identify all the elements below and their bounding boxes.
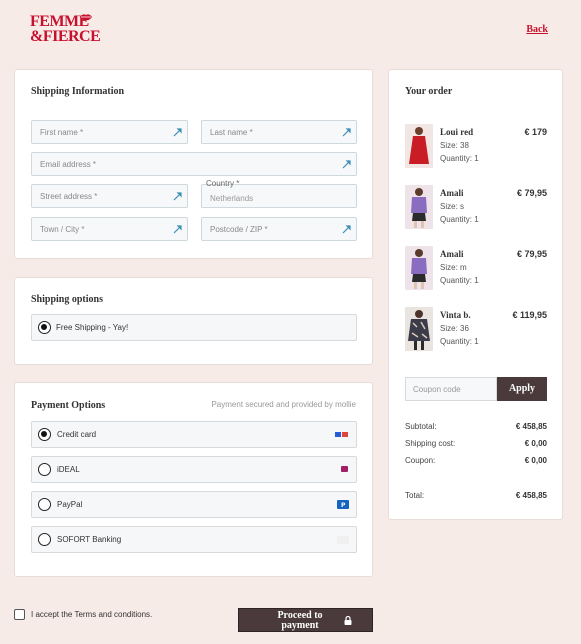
first-name-field[interactable]: First name *: [31, 120, 188, 144]
shipping-cost-row: Shipping cost: € 0,00: [405, 439, 547, 448]
lips-icon: [80, 11, 92, 26]
radio-button[interactable]: [38, 498, 51, 511]
lock-icon: [344, 616, 352, 625]
town-city-field[interactable]: Town / City *: [31, 217, 188, 241]
product-price: € 119,95: [512, 310, 547, 320]
shipping-information-title: Shipping Information: [31, 86, 125, 97]
payment-credit-card[interactable]: Credit card: [31, 421, 357, 448]
your-order-title: Your order: [405, 86, 453, 97]
back-link[interactable]: Back: [526, 24, 548, 35]
product-price: € 79,95: [516, 188, 547, 198]
coupon-code-input[interactable]: Coupon code: [405, 377, 497, 401]
proceed-to-payment-button[interactable]: Proceed to payment: [238, 608, 373, 632]
payment-method-label: Credit card: [57, 430, 97, 439]
product-thumbnail[interactable]: [405, 124, 433, 168]
product-quantity: Quantity: 1: [440, 154, 479, 163]
postcode-field[interactable]: Postcode / ZIP *: [201, 217, 357, 241]
your-order-card: Your order Loui red € 179 Size: 38 Quant…: [388, 69, 563, 520]
product-size: Size: m: [440, 263, 467, 272]
subtotal-label: Subtotal:: [405, 422, 437, 431]
order-item: Loui red € 179 Size: 38 Quantity: 1: [405, 124, 547, 172]
product-size: Size: s: [440, 202, 465, 211]
order-item: Vinta b. € 119,95 Size: 36 Quantity: 1: [405, 307, 547, 355]
radio-button[interactable]: [38, 321, 51, 334]
payment-method-label: SOFORT Banking: [57, 535, 122, 544]
terms-label[interactable]: I accept the Terms and conditions.: [31, 610, 152, 619]
product-name: Vinta b.: [440, 310, 471, 320]
payment-secured-text: Payment secured and provided by mollie: [211, 400, 356, 409]
coupon-label: Coupon:: [405, 456, 436, 465]
email-field[interactable]: Email address *: [31, 152, 357, 176]
radio-button[interactable]: [38, 533, 51, 546]
brand-logo[interactable]: FEMME &FIERCE: [30, 11, 101, 45]
autofill-icon: [173, 225, 182, 234]
product-quantity: Quantity: 1: [440, 276, 479, 285]
product-quantity: Quantity: 1: [440, 215, 479, 224]
product-quantity: Quantity: 1: [440, 337, 479, 346]
proceed-label: Proceed to payment: [277, 610, 323, 631]
credit-card-icon: [335, 432, 348, 437]
ideal-icon: [341, 466, 348, 472]
product-size: Size: 36: [440, 324, 469, 333]
country-select[interactable]: Country * Netherlands: [201, 179, 357, 208]
autofill-icon: [173, 128, 182, 137]
order-item: Amali € 79,95 Size: s Quantity: 1: [405, 185, 547, 233]
payment-paypal[interactable]: PayPal P: [31, 491, 357, 518]
coupon-code-placeholder: Coupon code: [413, 385, 461, 394]
postcode-placeholder: Postcode / ZIP *: [210, 225, 268, 234]
last-name-field[interactable]: Last name *: [201, 120, 357, 144]
total-row: Total: € 458,85: [405, 491, 547, 500]
first-name-placeholder: First name *: [40, 128, 84, 137]
logo-line-2: &FIERCE: [30, 28, 101, 45]
sofort-icon: [337, 536, 349, 544]
product-size: Size: 38: [440, 141, 469, 150]
payment-options-card: Payment Options Payment secured and prov…: [14, 382, 373, 577]
subtotal-value: € 458,85: [515, 422, 547, 431]
payment-ideal[interactable]: iDEAL: [31, 456, 357, 483]
paypal-icon: P: [337, 500, 349, 509]
order-item: Amali € 79,95 Size: m Quantity: 1: [405, 246, 547, 294]
email-placeholder: Email address *: [40, 160, 97, 169]
country-value: Netherlands: [210, 194, 254, 203]
payment-options-title: Payment Options: [31, 400, 106, 411]
autofill-icon: [342, 128, 351, 137]
shipping-options-title: Shipping options: [31, 294, 103, 305]
product-name: Amali: [440, 188, 464, 198]
street-address-field[interactable]: Street address *: [31, 184, 188, 208]
autofill-icon: [342, 225, 351, 234]
product-thumbnail[interactable]: [405, 246, 433, 290]
last-name-placeholder: Last name *: [210, 128, 253, 137]
shipping-information-card: Shipping Information First name * Last n…: [14, 69, 373, 259]
payment-method-label: PayPal: [57, 500, 83, 509]
svg-text:P: P: [341, 502, 346, 509]
payment-sofort[interactable]: SOFORT Banking: [31, 526, 357, 553]
payment-method-label: iDEAL: [57, 465, 80, 474]
radio-button[interactable]: [38, 428, 51, 441]
product-name: Amali: [440, 249, 464, 259]
shipping-cost-label: Shipping cost:: [405, 439, 456, 448]
coupon-row: Coupon: € 0,00: [405, 456, 547, 465]
apply-coupon-button[interactable]: Apply: [497, 377, 547, 401]
subtotal-row: Subtotal: € 458,85: [405, 422, 547, 431]
shipping-cost-value: € 0,00: [524, 439, 547, 448]
radio-button[interactable]: [38, 463, 51, 476]
shipping-option-free[interactable]: Free Shipping - Yay!: [31, 314, 357, 341]
product-thumbnail[interactable]: [405, 185, 433, 229]
total-label: Total:: [405, 491, 425, 500]
autofill-icon: [342, 160, 351, 169]
town-city-placeholder: Town / City *: [40, 225, 85, 234]
terms-checkbox[interactable]: [14, 609, 25, 620]
product-thumbnail[interactable]: [405, 307, 433, 351]
product-name: Loui red: [440, 127, 474, 137]
product-price: € 79,95: [516, 249, 547, 259]
product-price: € 179: [524, 127, 547, 137]
coupon-value: € 0,00: [524, 456, 547, 465]
autofill-icon: [173, 192, 182, 201]
shipping-options-card: Shipping options Free Shipping - Yay!: [14, 277, 373, 365]
street-address-placeholder: Street address *: [40, 192, 98, 201]
total-value: € 458,85: [515, 491, 547, 500]
country-label: Country *: [206, 179, 240, 188]
shipping-option-label: Free Shipping - Yay!: [56, 323, 129, 332]
